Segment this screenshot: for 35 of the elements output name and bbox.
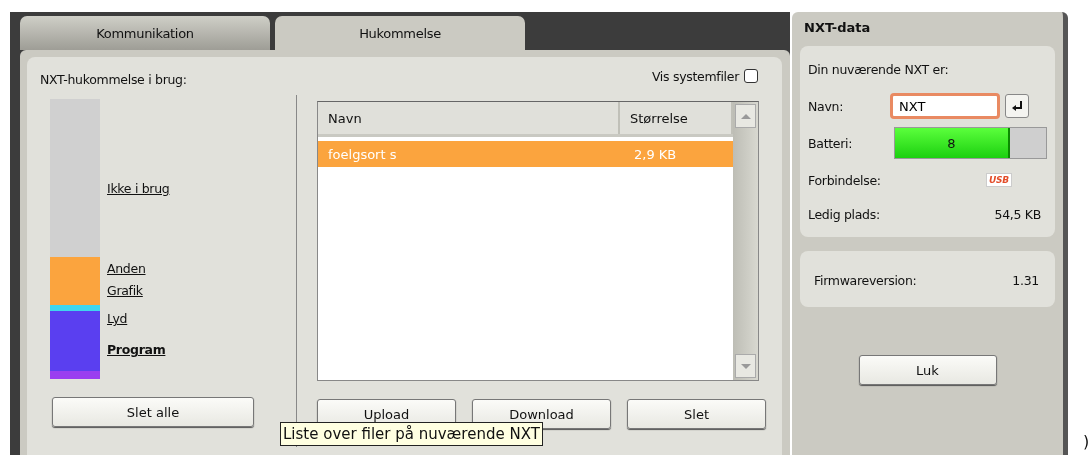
usb-badge: USB (986, 173, 1012, 187)
field-value: 1.31 (1012, 272, 1040, 288)
tab[interactable]: Hukommelse (275, 16, 525, 50)
table-cell-text: 2,9 KB (633, 146, 677, 162)
file-button[interactable]: Slet (627, 399, 766, 429)
legend-link[interactable]: Anden (107, 261, 170, 277)
delete-all-button[interactable]: Slet alle (52, 397, 254, 427)
memory-title: NXT-hukommelse i brug: (40, 72, 188, 87)
legend-link[interactable]: Lyd (107, 311, 170, 327)
battery-reading: 8 (947, 135, 956, 151)
table-cell-text: foelgsort s (327, 146, 398, 162)
column-header[interactable]: Navn (318, 102, 620, 134)
info-text: Din nuværende NXT er: (808, 62, 950, 77)
scrollbar[interactable] (733, 102, 758, 380)
name-field[interactable]: NXT (890, 93, 1000, 119)
field-value: 54,5 KB (994, 206, 1042, 222)
legend-link[interactable]: Grafik (107, 283, 170, 299)
checkbox[interactable] (744, 69, 758, 83)
field-label: Forbindelse: (808, 172, 882, 188)
legend-link[interactable]: Ikke i brug (107, 181, 170, 197)
stray-text: ) (1083, 432, 1090, 451)
legend-link[interactable]: Program (107, 342, 170, 358)
checkbox-label: Vis systemfiler (651, 68, 739, 84)
close-button[interactable]: Luk (858, 355, 997, 385)
field-label: Ledig plads: (808, 206, 880, 222)
field-label: Firmwareversion: (814, 272, 917, 288)
enter-icon (1011, 100, 1023, 112)
tab[interactable]: Kommunikation (20, 16, 270, 50)
tooltip: Liste over filer på nuværende NXT (280, 422, 543, 446)
field-label: Batteri: (808, 135, 854, 151)
scroll-up-button[interactable] (735, 104, 756, 128)
panel-title: NXT-data (803, 19, 872, 37)
field-label: Navn: (808, 98, 845, 114)
enter-button[interactable] (1005, 94, 1029, 118)
scroll-down-button[interactable] (735, 354, 756, 378)
